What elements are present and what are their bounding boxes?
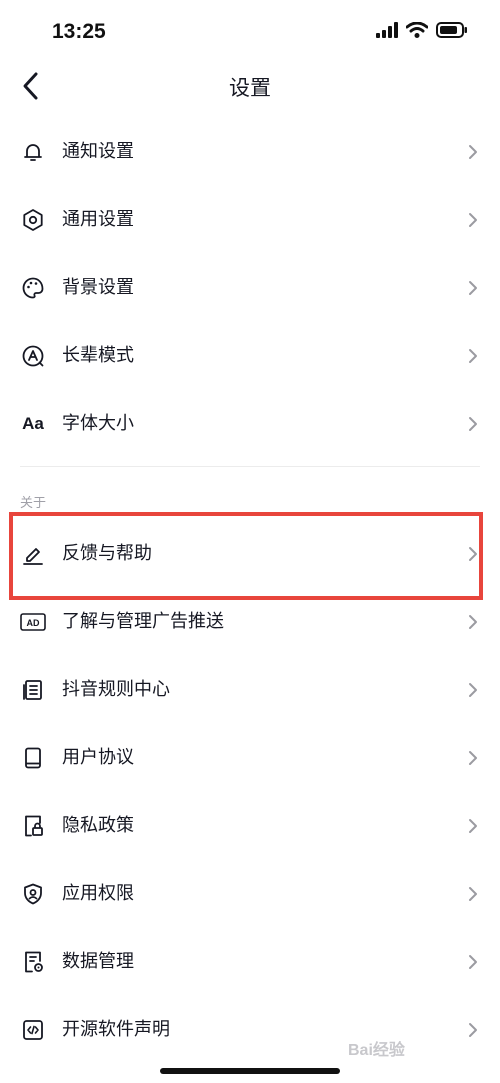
settings-item-label: 应用权限 <box>62 883 134 904</box>
settings-item-elder-mode[interactable]: 长辈模式 <box>0 322 500 390</box>
chevron-right-icon <box>469 955 477 969</box>
settings-item-label: 通知设置 <box>62 141 134 162</box>
settings-item-label: 用户协议 <box>62 747 134 768</box>
chevron-right-icon <box>469 887 477 901</box>
settings-item-privacy-policy[interactable]: 隐私政策 <box>0 792 500 860</box>
settings-item-general[interactable]: 通用设置 <box>0 186 500 254</box>
chevron-right-icon <box>469 683 477 697</box>
highlight-box <box>9 512 483 600</box>
chevron-right-icon <box>469 417 477 431</box>
settings-item-background[interactable]: 背景设置 <box>0 254 500 322</box>
settings-item-rules-center[interactable]: 抖音规则中心 <box>0 656 500 724</box>
book-icon <box>20 745 46 771</box>
bell-icon <box>20 139 46 165</box>
settings-item-notification[interactable]: 通知设置 <box>0 118 500 186</box>
nav-bar: 设置 <box>0 60 500 112</box>
section-divider <box>20 466 480 467</box>
chevron-right-icon <box>469 213 477 227</box>
font-size-icon-text: Aa <box>22 414 44 433</box>
settings-item-font-size[interactable]: Aa 字体大小 <box>0 390 500 458</box>
settings-item-label: 隐私政策 <box>62 815 134 836</box>
chevron-right-icon <box>469 819 477 833</box>
chevron-right-icon <box>469 751 477 765</box>
home-indicator[interactable] <box>160 1068 340 1074</box>
font-size-icon: Aa <box>20 411 46 437</box>
chevron-right-icon <box>469 281 477 295</box>
settings-item-open-source[interactable]: 开源软件声明 <box>0 996 500 1064</box>
status-bar: 13:25 <box>0 0 500 64</box>
ad-icon: AD <box>20 609 46 635</box>
watermark: Bai经验 <box>348 1042 405 1059</box>
settings-item-label: 抖音规则中心 <box>62 679 170 700</box>
settings-item-data-management[interactable]: 数据管理 <box>0 928 500 996</box>
lock-doc-icon <box>20 813 46 839</box>
document-icon <box>20 677 46 703</box>
settings-item-label: 字体大小 <box>62 413 134 434</box>
settings-item-app-permissions[interactable]: 应用权限 <box>0 860 500 928</box>
section-header-about: 关于 <box>20 496 47 511</box>
svg-text:AD: AD <box>27 618 40 628</box>
wifi-icon <box>406 22 428 38</box>
settings-item-user-agreement[interactable]: 用户协议 <box>0 724 500 792</box>
page-title: 设置 <box>229 76 271 100</box>
palette-icon <box>20 275 46 301</box>
code-icon <box>20 1017 46 1043</box>
settings-item-label: 数据管理 <box>62 951 134 972</box>
chevron-right-icon <box>469 349 477 363</box>
settings-item-label: 背景设置 <box>62 277 134 298</box>
settings-item-label: 长辈模式 <box>62 345 134 366</box>
status-time: 13:25 <box>52 20 106 43</box>
settings-item-label: 通用设置 <box>62 209 134 230</box>
chevron-right-icon <box>469 615 477 629</box>
shield-icon <box>20 881 46 907</box>
chevron-right-icon <box>469 145 477 159</box>
status-icons <box>376 22 468 38</box>
elder-mode-icon <box>20 343 46 369</box>
signal-icon <box>376 22 398 38</box>
settings-item-label: 开源软件声明 <box>62 1019 170 1040</box>
gear-icon <box>20 207 46 233</box>
chevron-right-icon <box>469 1023 477 1037</box>
data-file-icon <box>20 949 46 975</box>
settings-item-label: 了解与管理广告推送 <box>62 611 224 632</box>
battery-icon <box>436 22 467 38</box>
